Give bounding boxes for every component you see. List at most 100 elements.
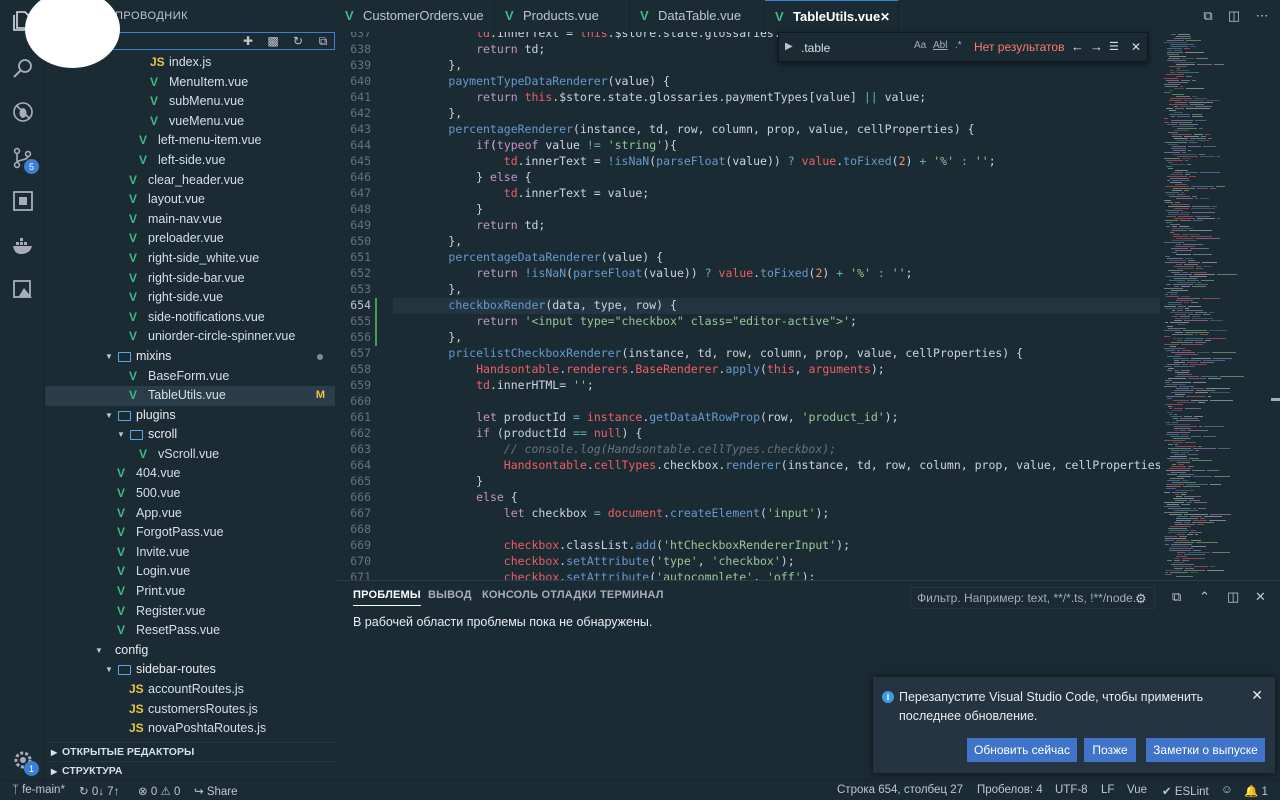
editor-scrollbar[interactable] [1268,32,1280,580]
code-line[interactable]: Handsontable.renderers.BaseRenderer.appl… [393,362,885,376]
branch-status[interactable]: ᛉ fe-main* [12,784,65,796]
file-item[interactable]: JS accountRoutes.js [45,680,335,700]
later-button[interactable]: Позже [1084,738,1136,762]
code-line[interactable]: let productId = instance.getDataAtRowPro… [393,410,898,424]
file-item[interactable]: VvueMenu.vue [45,112,335,132]
toggle-panel-icon[interactable]: ◫ [1227,589,1239,605]
code-line[interactable]: return td; [393,218,545,232]
settings-gear-icon[interactable]: 1 [10,747,39,776]
live-share-status[interactable]: ↪ Share [194,784,238,798]
file-item[interactable]: Vpreloader.vue [45,229,335,249]
code-line[interactable]: td.innerHTML= ''; [393,378,594,392]
file-item[interactable]: V App.vue [45,504,335,524]
file-item[interactable]: V ResetPass.vue [45,621,335,641]
code-line[interactable]: percentageDataRenderer(value) { [393,250,663,264]
file-item[interactable]: VsubMenu.vue [45,92,335,112]
code-line[interactable]: td.innerText = !isNaN(parseFloat(value))… [393,154,996,168]
find-in-selection-icon[interactable]: ☰ [1109,40,1119,53]
tab-tableutils[interactable]: V TableUtils.vue ✕ [765,0,899,32]
close-notification-icon[interactable]: ✕ [1251,687,1263,704]
file-item[interactable]: V 500.vue [45,484,335,504]
code-line[interactable]: }, [393,58,462,72]
notifications-status[interactable]: 🔔 1 [1244,784,1268,798]
file-item[interactable]: Vmain-nav.vue [45,210,335,230]
file-item[interactable]: Vleft-menu-item.vue [45,131,335,151]
code-line[interactable]: // console.log(Handsontable.cellTypes.ch… [393,442,836,456]
tab-customer-orders[interactable]: V CustomerOrders.vue [335,0,495,32]
toggle-replace-icon[interactable]: ▶ [785,41,793,52]
code-line[interactable]: }, [393,234,462,248]
encoding-status[interactable]: UTF-8 [1055,784,1088,796]
maximize-panel-icon[interactable]: ⌃ [1199,589,1210,605]
split-editor-icon[interactable]: ◫ [1226,8,1242,24]
refresh-icon[interactable]: ↻ [291,34,305,48]
file-item[interactable]: V MenuItem.vue [45,73,335,93]
code-line[interactable]: paymentTypeDataRenderer(value) { [393,74,670,88]
regex-toggle[interactable]: .* [955,40,962,51]
code-line[interactable]: return !isNaN(parseFloat(value)) ? value… [393,266,912,280]
code-line[interactable]: let checkbox = document.createElement('i… [393,506,830,520]
file-item[interactable]: Vuniorder-circle-spinner.vue [45,327,335,347]
code-line[interactable]: checkbox.setAttribute('autocomplete', 'o… [393,570,816,580]
close-tab-icon[interactable]: ✕ [880,1,890,33]
eol-status[interactable]: LF [1101,784,1114,796]
file-item[interactable]: Vside-notifications.vue [45,308,335,328]
close-panel-icon[interactable]: ✕ [1255,589,1266,605]
code-line[interactable]: td.innerText = this.$store.state.glossar… [393,32,781,40]
file-item[interactable]: V ForgotPass.vue [45,523,335,543]
docker-icon[interactable] [10,233,35,258]
file-item[interactable]: Vclear_header.vue [45,171,335,191]
open-changes-icon[interactable]: ⧉ [1200,8,1216,24]
code-line[interactable]: pricelistCheckboxRenderer(instance, td, … [393,346,1023,360]
file-item[interactable]: JS novaPoshtaRoutes.js [45,719,335,739]
code-line[interactable]: return this.$store.state.glossaries.paym… [393,90,926,104]
file-item[interactable]: VvScroll.vue [45,445,335,465]
tab-problems[interactable]: ПРОБЛЕМЫ [353,589,421,606]
next-match-icon[interactable]: → [1090,39,1103,54]
code-line[interactable]: return td; [393,42,545,56]
folder-item[interactable]: ▼ sidebar-routes [45,660,335,680]
remote-explorer-icon[interactable] [10,277,35,302]
folder-item[interactable]: ▼ scroll [45,425,335,445]
code-line[interactable]: if(typeof value != 'string'){ [393,138,677,152]
code-line[interactable]: } [393,474,483,488]
folder-item[interactable]: ▼ plugins [45,406,335,426]
file-item[interactable]: Vright-side_white.vue [45,249,335,269]
source-control-icon[interactable]: 5 [10,145,39,174]
new-folder-icon[interactable]: ▩ [266,34,280,48]
code-line[interactable]: else { [393,490,518,504]
problems-status[interactable]: ⊗ 0 ⚠ 0 [138,784,180,798]
tab-debug-console[interactable]: КОНСОЛЬ ОТЛАДКИ [482,589,596,601]
file-item[interactable]: V Invite.vue [45,543,335,563]
code-line[interactable]: Handsontable.cellTypes.checkbox.renderer… [393,458,1160,472]
debug-icon[interactable] [10,99,35,124]
file-item[interactable]: Vright-side-bar.vue [45,269,335,289]
code-line[interactable]: checkbox.classList.add('htCheckboxRender… [393,538,850,552]
folder-item[interactable]: ▼ mixins [45,347,335,367]
code-line[interactable]: checkbox.setAttribute('type', 'checkbox'… [393,554,795,568]
filter-settings-icon[interactable]: ⚙ [1135,591,1147,607]
code-line[interactable]: if (productId == null) { [393,426,642,440]
code-line[interactable]: return '<input type="checkbox" class="ed… [393,314,857,328]
code-line[interactable]: } else { [393,170,531,184]
indentation-status[interactable]: Пробелов: 4 [977,784,1043,796]
extensions-icon[interactable] [10,188,35,213]
file-item[interactable]: V BaseForm.vue [45,367,335,387]
problems-filter-input[interactable]: Фильтр. Например: text, **/*.ts, !**/nod… [910,587,1155,609]
search-icon[interactable] [10,55,35,80]
code-line[interactable]: percentageRenderer(instance, td, row, co… [393,122,974,136]
update-now-button[interactable]: Обновить сейчас [967,738,1077,762]
code-line[interactable]: td.innerText = value; [393,186,649,200]
file-item[interactable]: V Register.vue [45,602,335,622]
file-item[interactable]: Vlayout.vue [45,190,335,210]
language-mode[interactable]: Vue [1127,784,1147,796]
file-item[interactable]: V Print.vue [45,582,335,602]
file-item[interactable]: Vright-side.vue [45,288,335,308]
file-item[interactable]: Vleft-side.vue [45,151,335,171]
collapse-all-icon[interactable]: ⧉ [316,34,330,48]
more-actions-icon[interactable]: ⋯ [1254,8,1270,24]
file-item[interactable]: V 404.vue [45,464,335,484]
feedback-icon[interactable]: ☺ [1221,784,1233,796]
tab-datatable[interactable]: V DataTable.vue [630,0,765,32]
tab-terminal[interactable]: ТЕРМИНАЛ [600,589,664,601]
